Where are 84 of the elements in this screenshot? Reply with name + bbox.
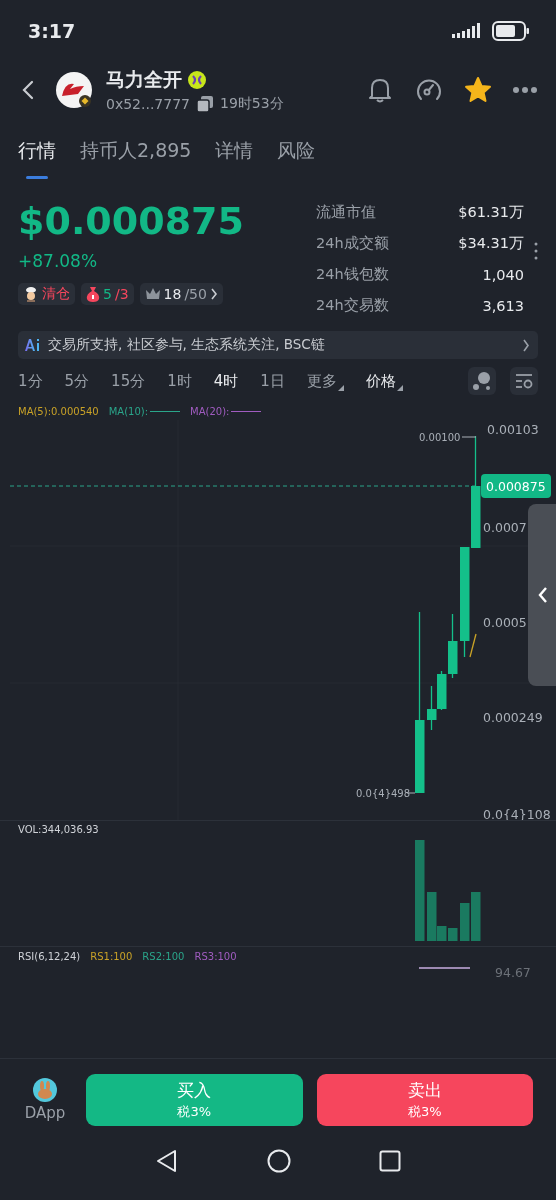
recent-apps-icon[interactable] [379, 1150, 401, 1172]
rsi-axis-label: 94.67 [495, 964, 531, 980]
chevron-left-icon [537, 586, 549, 604]
sniper-ratio-tag: 5 /3 [81, 283, 134, 305]
side-panel-handle[interactable] [528, 504, 556, 686]
home-icon[interactable] [267, 1149, 291, 1173]
interval-tab[interactable]: 4时 [213, 371, 239, 391]
circles-icon [472, 371, 492, 391]
bunny-icon[interactable] [33, 1077, 57, 1102]
battery-icon [492, 21, 530, 41]
leader-line [461, 436, 477, 438]
caret-icon [396, 384, 403, 391]
dropdown-button[interactable]: 更多 [306, 371, 344, 391]
volume-bar [460, 903, 470, 941]
interval-tab[interactable]: 1时 [167, 371, 192, 391]
token-age: 19时53分 [220, 95, 284, 113]
stat-value: $61.31万 [458, 203, 524, 222]
settings-icon [514, 371, 534, 391]
ma-legend-item: MA(10): [108, 406, 181, 417]
moving-average-line [469, 633, 477, 658]
price-axis-label: 0.000249 [483, 709, 543, 725]
token-name: 马力全开 [106, 67, 182, 92]
tab[interactable]: 风险 [277, 118, 316, 185]
rsi-legend-item: RS2:100 [142, 951, 185, 962]
volume-label: VOL:344,036.93 [18, 823, 99, 835]
token-logo-icon [56, 72, 92, 108]
dev-status-tag: 清仓 [18, 283, 75, 305]
money-bag-icon [86, 286, 100, 302]
crown-icon [144, 287, 161, 301]
more-icon[interactable] [512, 86, 538, 94]
tab[interactable]: 详情 [215, 118, 254, 185]
price-axis-label: 0.0{4}108 [483, 806, 551, 822]
chef-icon [23, 286, 39, 302]
rsi-legend-item: RS1:100 [90, 951, 133, 962]
token-address: 0x52...7777 [106, 96, 190, 112]
verified-badge-icon [188, 71, 206, 89]
ai-icon [24, 338, 42, 352]
candle [427, 685, 437, 731]
stat-label: 24h钱包数 [316, 265, 389, 284]
star-icon[interactable] [464, 76, 492, 104]
stat-label: 24h成交额 [316, 234, 389, 253]
interval-tab[interactable]: 5分 [64, 371, 90, 391]
dropdown-button[interactable]: 价格 [365, 371, 403, 391]
chevron-right-icon [522, 338, 530, 352]
chart-settings-button[interactable] [510, 367, 538, 395]
ai-summary-bar[interactable]: 交易所支持, 社区参与, 生态系统关注, BSC链 [18, 331, 538, 359]
indicator-button[interactable] [468, 367, 496, 395]
rsi-label: RSI(6,12,24) [18, 951, 81, 962]
ma-legend-item: MA(20): [190, 406, 262, 417]
token-price: $0.000875 [18, 198, 245, 245]
more-vertical-icon[interactable] [534, 242, 538, 260]
interval-tab[interactable]: 15分 [111, 371, 146, 391]
caret-icon [337, 384, 344, 391]
stat-value: $34.31万 [458, 234, 524, 253]
rsi-line [418, 967, 471, 969]
volume-bar [448, 928, 458, 941]
interval-tab[interactable]: 1分 [18, 371, 43, 391]
current-price-tag: 0.000875 [481, 474, 551, 498]
ma-legend-item: MA(5):0.000540 [18, 406, 99, 417]
stat-value: 1,040 [482, 266, 524, 283]
high-price-label: 0.00100 [419, 431, 461, 443]
tab[interactable]: 行情 [18, 118, 56, 185]
top-holders-tag[interactable]: 18 /50 [139, 283, 223, 305]
tab[interactable]: 持币人2,895 [80, 118, 192, 185]
stat-value: 3,613 [482, 297, 524, 314]
volume-bar [471, 892, 481, 941]
ai-summary-text: 交易所支持, 社区参与, 生态系统关注, BSC链 [48, 336, 326, 354]
interval-tab[interactable]: 1日 [260, 371, 285, 391]
stat-label: 24h交易数 [316, 296, 389, 315]
price-change: +87.08% [18, 251, 99, 271]
leader-line [406, 792, 416, 794]
stat-label: 流通市值 [316, 203, 376, 222]
price-axis-label: 0.00103 [487, 421, 539, 437]
price-axis-label: 0.0007 [483, 519, 527, 535]
rsi-legend-item: RS3:100 [194, 951, 237, 962]
status-time: 3:17 [28, 20, 76, 42]
low-price-label: 0.0{4}498 [356, 787, 411, 799]
back-icon[interactable] [155, 1149, 179, 1173]
dapp-label[interactable]: DApp [24, 1103, 66, 1122]
chevron-right-icon [209, 288, 218, 300]
price-axis-label: 0.0005 [483, 614, 527, 630]
copy-icon[interactable] [196, 95, 214, 113]
bell-icon[interactable] [366, 76, 394, 104]
sell-button[interactable]: 卖出 税3% [316, 1073, 533, 1126]
